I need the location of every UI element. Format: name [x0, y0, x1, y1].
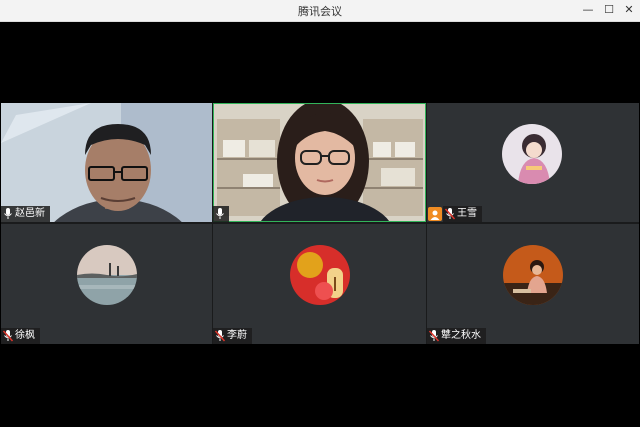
participant-video	[213, 103, 426, 222]
maximize-button[interactable]: ☐	[601, 2, 617, 18]
avatar	[503, 245, 563, 305]
participant-tile-active-speaker[interactable]	[213, 103, 426, 222]
participant-name-tag: 李蔚	[213, 328, 252, 344]
participant-name-tag: 赵邑新	[1, 206, 50, 222]
participant-grid: 赵邑新 王雪 徐枫 李蔚 犨之秋水	[1, 103, 639, 344]
participant-name: 徐枫	[15, 330, 35, 341]
participant-name: 王雪	[457, 208, 477, 219]
microphone-muted-icon	[429, 330, 439, 342]
participant-name: 赵邑新	[15, 208, 45, 219]
title-bar: 腾讯会议 — ☐ ✕	[0, 0, 640, 22]
microphone-icon	[216, 208, 224, 219]
participant-name-tag	[213, 206, 229, 222]
host-icon	[428, 207, 442, 221]
participant-tile[interactable]: 赵邑新	[1, 103, 212, 222]
participant-name: 李蔚	[227, 330, 247, 341]
bottom-area	[0, 344, 640, 427]
participant-name: 犨之秋水	[441, 330, 481, 341]
window-title: 腾讯会议	[298, 5, 342, 18]
microphone-muted-icon	[445, 208, 455, 220]
avatar	[502, 124, 562, 184]
meeting-window: 腾讯会议 — ☐ ✕ 赵邑新 王雪 徐枫 李蔚 犨之秋水	[0, 0, 640, 427]
participant-tile[interactable]: 犨之秋水	[427, 224, 639, 344]
close-button[interactable]: ✕	[621, 2, 637, 18]
participant-name-tag: 犨之秋水	[427, 328, 486, 344]
avatar	[290, 245, 350, 305]
minimize-button[interactable]: —	[580, 2, 596, 18]
participant-video	[1, 103, 212, 222]
participant-tile[interactable]: 王雪	[427, 103, 639, 222]
participant-tile[interactable]: 徐枫	[1, 224, 212, 344]
participant-name-tag: 徐枫	[1, 328, 40, 344]
participant-name-tag: 王雪	[443, 206, 482, 222]
participant-tile[interactable]: 李蔚	[213, 224, 426, 344]
avatar	[77, 245, 137, 305]
microphone-muted-icon	[3, 330, 13, 342]
microphone-muted-icon	[215, 330, 225, 342]
microphone-icon	[4, 208, 12, 219]
